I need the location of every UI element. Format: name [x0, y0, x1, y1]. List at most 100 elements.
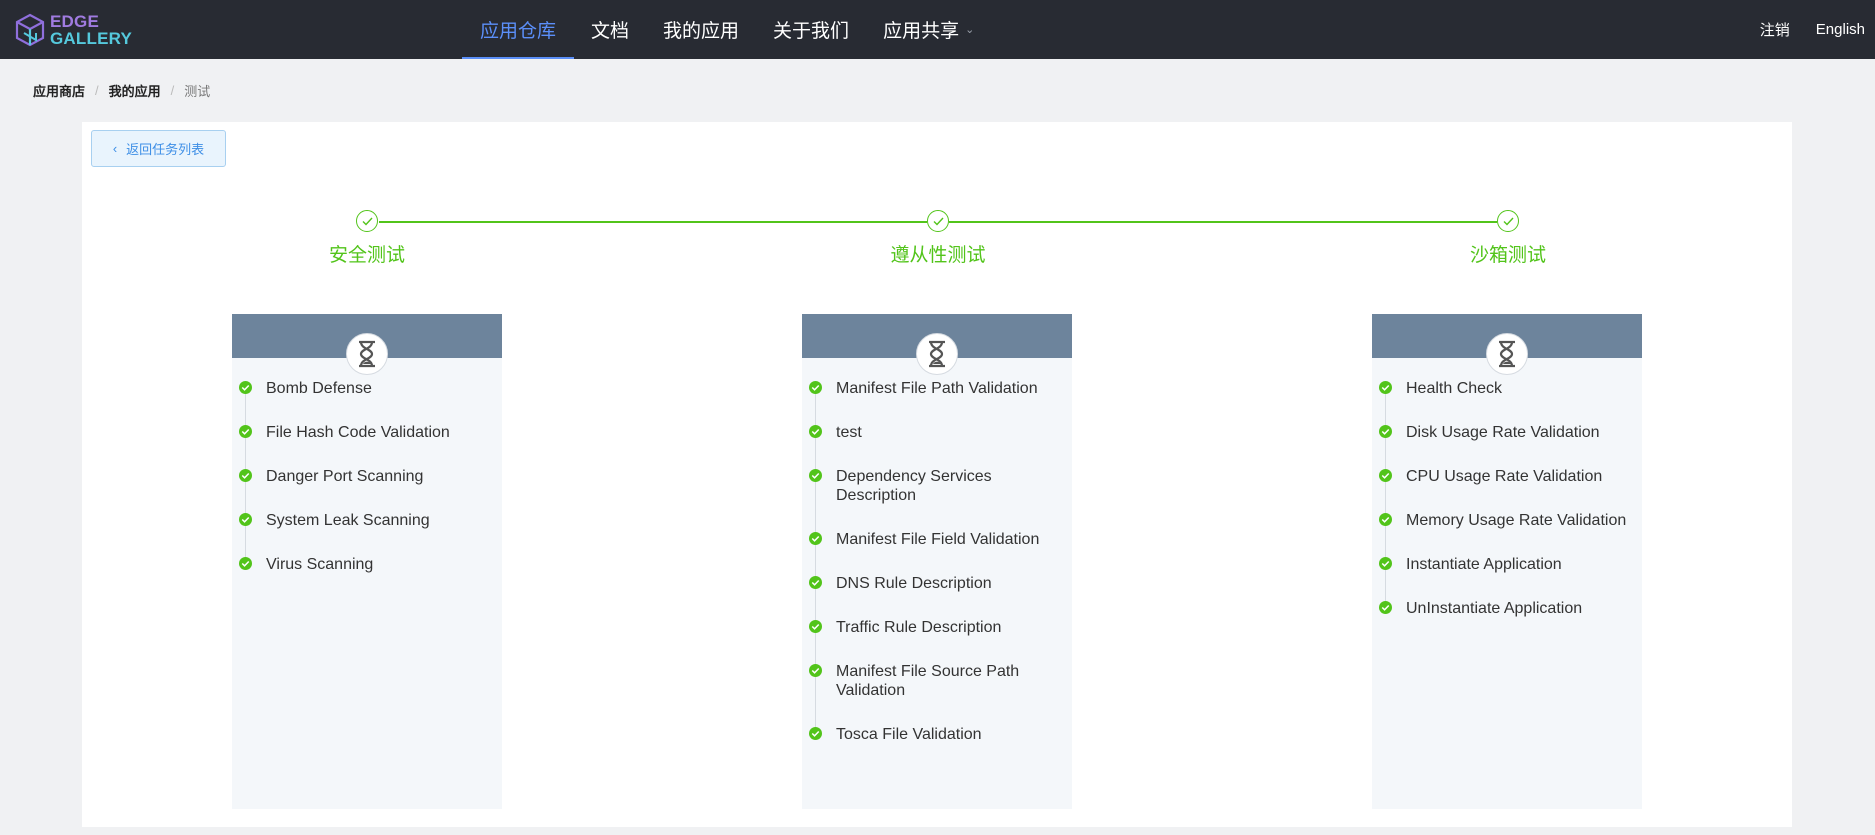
test-item-label: UnInstantiate Application	[1406, 600, 1583, 617]
step-title-sandbox: 沙箱测试	[1469, 245, 1546, 266]
nav-item-label: 关于我们	[773, 21, 850, 42]
list-item: Memory Usage Rate Validation	[1372, 511, 1642, 530]
test-item-label: Manifest File Field Validation	[836, 531, 1040, 548]
check-circle-icon	[1379, 469, 1392, 482]
check-circle-icon	[1379, 425, 1392, 438]
test-item-label: Memory Usage Rate Validation	[1406, 512, 1627, 529]
test-item-label: Tosca File Validation	[836, 726, 982, 743]
test-item-label: Manifest File Source Path Validation	[836, 663, 1020, 699]
check-circle-icon	[1379, 601, 1392, 614]
nav-item-label: 我的应用	[663, 21, 740, 42]
check-circle-icon	[239, 557, 252, 570]
test-item-label: CPU Usage Rate Validation	[1406, 468, 1603, 485]
step-title-security: 安全测试	[328, 245, 405, 266]
check-circle-icon	[809, 620, 822, 633]
back-to-task-list-button[interactable]: ‹ 返回任务列表	[91, 130, 226, 167]
security-test-column: Bomb Defense File Hash Code Validation D…	[232, 314, 502, 809]
test-item-label: File Hash Code Validation	[266, 424, 450, 441]
breadcrumb: 应用商店 / 我的应用 / 测试	[33, 81, 210, 100]
check-circle-icon	[809, 469, 822, 482]
breadcrumb-separator: /	[95, 83, 99, 98]
nav-item-label: 应用共享	[883, 21, 960, 42]
list-item: Virus Scanning	[232, 555, 502, 574]
list-item: test	[802, 423, 1072, 442]
list-item: CPU Usage Rate Validation	[1372, 467, 1642, 486]
check-circle-icon	[809, 532, 822, 545]
chevron-left-icon: ‹	[112, 141, 118, 156]
list-item: Bomb Defense	[232, 379, 502, 398]
language-switch[interactable]: English	[1816, 21, 1865, 38]
list-item: Danger Port Scanning	[232, 467, 502, 486]
test-task-panel: ‹ 返回任务列表 安全测试 遵从性测试 沙箱测试 Bomb Defense Fi…	[82, 122, 1792, 827]
compliance-test-column: Manifest File Path Validation test Depen…	[802, 314, 1072, 809]
nav-item-my-apps[interactable]: 我的应用	[646, 0, 756, 59]
list-item: Dependency Services Description	[802, 467, 1072, 505]
check-circle-icon	[239, 513, 252, 526]
breadcrumb-my-apps[interactable]: 我的应用	[109, 81, 161, 100]
column-header	[802, 314, 1072, 375]
list-item: Disk Usage Rate Validation	[1372, 423, 1642, 442]
check-circle-icon	[1379, 513, 1392, 526]
column-header	[232, 314, 502, 375]
check-circle-icon	[239, 469, 252, 482]
top-navbar: EDGE GALLERY 应用仓库 文档 我的应用 关于我们 应用共享 ⌄ 注销…	[0, 0, 1875, 59]
step-connector	[379, 221, 927, 223]
list-item: Tosca File Validation	[802, 725, 1072, 744]
nav-item-about[interactable]: 关于我们	[756, 0, 866, 59]
test-item-label: test	[836, 424, 862, 441]
logo-line-1: EDGE	[50, 12, 99, 31]
check-circle-icon	[809, 664, 822, 677]
check-circle-icon	[809, 576, 822, 589]
check-circle-icon	[1379, 381, 1392, 394]
check-circle-icon	[809, 727, 822, 740]
test-item-label: Disk Usage Rate Validation	[1406, 424, 1600, 441]
test-item-label: Dependency Services Description	[836, 468, 992, 504]
test-item-label: System Leak Scanning	[266, 512, 430, 529]
check-circle-icon	[809, 425, 822, 438]
column-header	[1372, 314, 1642, 375]
step-connector	[949, 221, 1497, 223]
list-item: System Leak Scanning	[232, 511, 502, 530]
test-item-label: Health Check	[1406, 380, 1503, 397]
nav-item-app-store[interactable]: 应用仓库	[462, 0, 575, 59]
step-check-icon	[1497, 210, 1519, 232]
test-item-label: Danger Port Scanning	[266, 468, 424, 485]
list-item: UnInstantiate Application	[1372, 599, 1642, 618]
check-circle-icon	[809, 381, 822, 394]
back-button-label: 返回任务列表	[126, 142, 205, 157]
nav-item-label: 文档	[591, 21, 630, 42]
list-item: Instantiate Application	[1372, 555, 1642, 574]
list-item: File Hash Code Validation	[232, 423, 502, 442]
step-title-compliance: 遵从性测试	[890, 245, 986, 266]
cube-logo-icon	[15, 13, 45, 47]
list-item: Health Check	[1372, 379, 1642, 398]
step-check-icon	[927, 210, 949, 232]
test-item-label: Instantiate Application	[1406, 556, 1562, 573]
check-circle-icon	[239, 381, 252, 394]
chevron-down-icon: ⌄	[965, 24, 975, 36]
breadcrumb-current: 测试	[184, 84, 211, 99]
step-check-icon	[356, 210, 378, 232]
list-item: Manifest File Field Validation	[802, 530, 1072, 549]
breadcrumb-separator: /	[170, 83, 175, 98]
test-item-label: Manifest File Path Validation	[836, 380, 1038, 397]
nav-item-app-share[interactable]: 应用共享 ⌄	[866, 0, 991, 59]
test-item-label: Traffic Rule Description	[836, 619, 1002, 636]
test-item-label: Bomb Defense	[266, 380, 372, 397]
main-nav: 应用仓库 文档 我的应用 关于我们 应用共享 ⌄	[462, 0, 991, 59]
list-item: Manifest File Path Validation	[802, 379, 1072, 398]
sandbox-test-column: Health Check Disk Usage Rate Validation …	[1372, 314, 1642, 809]
nav-item-label: 应用仓库	[480, 21, 557, 42]
check-circle-icon	[1379, 557, 1392, 570]
breadcrumb-app-store[interactable]: 应用商店	[33, 81, 85, 100]
test-item-label: Virus Scanning	[266, 556, 374, 573]
list-item: DNS Rule Description	[802, 574, 1072, 593]
logo-line-2: GALLERY	[50, 29, 132, 48]
timeline-line	[1385, 388, 1386, 610]
list-item: Traffic Rule Description	[802, 618, 1072, 637]
nav-item-docs[interactable]: 文档	[574, 0, 646, 59]
edgegallery-logo[interactable]: EDGE GALLERY	[15, 11, 132, 49]
check-circle-icon	[239, 425, 252, 438]
logout-link[interactable]: 注销	[1760, 19, 1790, 40]
list-item: Manifest File Source Path Validation	[802, 662, 1072, 700]
